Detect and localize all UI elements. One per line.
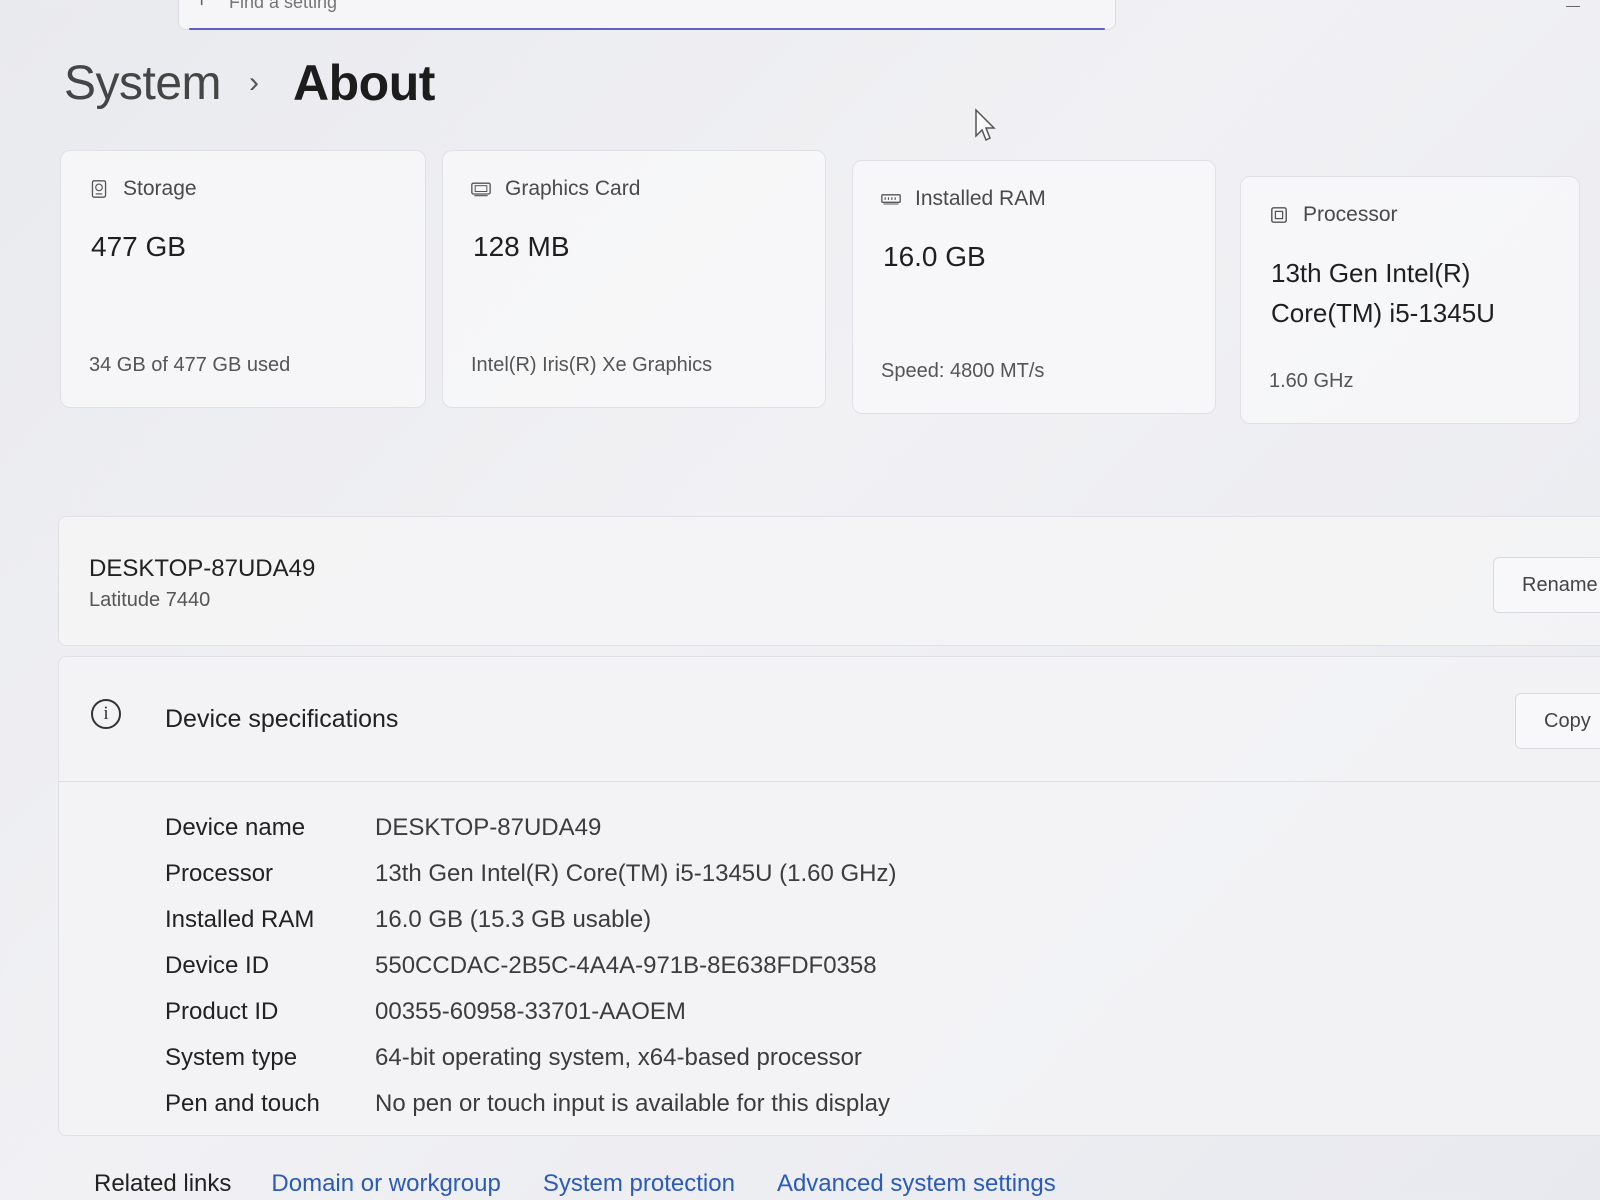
mouse-cursor-icon <box>975 108 996 142</box>
spec-value: DESKTOP-87UDA49 <box>375 814 602 841</box>
link-system-protection[interactable]: System protection <box>543 1170 735 1198</box>
installed-ram-title: Installed RAM <box>881 187 1046 211</box>
link-domain-or-workgroup[interactable]: Domain or workgroup <box>271 1170 500 1198</box>
search-icon: ⚲ <box>195 0 208 8</box>
breadcrumb-system[interactable]: System <box>64 56 222 111</box>
spec-value: 16.0 GB (15.3 GB usable) <box>375 906 652 933</box>
search-input[interactable] <box>227 0 931 14</box>
spec-label: Device ID <box>165 952 270 979</box>
installed-ram-card[interactable]: Installed RAM 16.0 GB Speed: 4800 MT/s <box>852 160 1216 414</box>
device-model: Latitude 7440 <box>89 589 211 611</box>
graphics-card-card[interactable]: Graphics Card 128 MB Intel(R) Iris(R) Xe… <box>442 150 826 408</box>
device-specifications-section: i Device specifications Copy Device name… <box>58 656 1600 1136</box>
storage-label: Storage <box>123 177 197 200</box>
spec-label: Processor <box>165 860 274 887</box>
ram-icon <box>881 194 901 205</box>
device-specifications-header[interactable]: i Device specifications Copy <box>59 657 1600 782</box>
spec-value: 550CCDAC-2B5C-4A4A-971B-8E638FDF0358 <box>375 952 877 979</box>
spec-label: Pen and touch <box>165 1090 320 1117</box>
spec-value: 64-bit operating system, x64-based proce… <box>375 1044 862 1071</box>
spec-row-installed-ram: Installed RAM 16.0 GB (15.3 GB usable) <box>165 897 897 943</box>
device-name: DESKTOP-87UDA49 <box>89 555 316 582</box>
processor-card[interactable]: Processor 13th Gen Intel(R) Core(TM) i5-… <box>1240 176 1580 424</box>
page-title: About <box>293 55 435 111</box>
spec-row-device-id: Device ID 550CCDAC-2B5C-4A4A-971B-8E638F… <box>165 943 897 989</box>
installed-ram-value: 16.0 GB <box>883 241 986 272</box>
processor-value: 13th Gen Intel(R) Core(TM) i5-1345U <box>1271 258 1495 328</box>
chevron-right-icon: › <box>249 66 260 99</box>
spec-label: Device name <box>165 814 306 841</box>
graphics-card-value: 128 MB <box>473 231 570 262</box>
spec-row-product-id: Product ID 00355-60958-33701-AAOEM <box>165 989 897 1035</box>
spec-label: Installed RAM <box>165 906 315 933</box>
spec-row-device-name: Device name DESKTOP-87UDA49 <box>165 805 897 851</box>
processor-speed: 1.60 GHz <box>1269 370 1354 392</box>
related-links-label: Related links <box>94 1170 232 1197</box>
processor-label: Processor <box>1303 203 1398 226</box>
installed-ram-label: Installed RAM <box>915 187 1046 210</box>
storage-icon <box>91 180 107 198</box>
device-specifications-title: Device specifications <box>165 705 399 733</box>
spec-row-pen-and-touch: Pen and touch No pen or touch input is a… <box>165 1081 897 1127</box>
storage-value: 477 GB <box>91 231 186 262</box>
processor-title: Processor <box>1269 203 1398 227</box>
minimize-icon[interactable] <box>1566 6 1580 7</box>
graphics-card-icon <box>471 182 491 197</box>
graphics-card-title: Graphics Card <box>471 177 640 201</box>
spec-value: No pen or touch input is available for t… <box>375 1090 890 1117</box>
search-box[interactable]: ⚲ <box>178 0 1116 30</box>
storage-card[interactable]: Storage 477 GB 34 GB of 477 GB used <box>60 150 426 408</box>
spec-value: 00355-60958-33701-AAOEM <box>375 998 686 1025</box>
info-icon: i <box>91 699 121 729</box>
ram-speed: Speed: 4800 MT/s <box>881 360 1045 382</box>
spec-row-processor: Processor 13th Gen Intel(R) Core(TM) i5-… <box>165 851 897 897</box>
processor-icon <box>1271 207 1287 223</box>
copy-button[interactable]: Copy <box>1515 693 1600 749</box>
spec-label: System type <box>165 1044 298 1071</box>
search-focus-underline <box>189 28 1105 30</box>
spec-value: 13th Gen Intel(R) Core(TM) i5-1345U (1.6… <box>375 860 897 887</box>
device-name-card: DESKTOP-87UDA49 Latitude 7440 Rename <box>58 516 1600 646</box>
graphics-card-model: Intel(R) Iris(R) Xe Graphics <box>471 354 713 376</box>
spec-label: Product ID <box>165 998 279 1025</box>
storage-card-title: Storage <box>89 177 197 201</box>
link-advanced-system-settings[interactable]: Advanced system settings <box>777 1170 1056 1198</box>
graphics-card-label: Graphics Card <box>505 177 641 200</box>
storage-usage: 34 GB of 477 GB used <box>89 354 291 376</box>
rename-button[interactable]: Rename <box>1493 557 1600 613</box>
related-links: Related links Domain or workgroup System… <box>94 1170 1098 1198</box>
breadcrumb: System › About <box>64 54 435 112</box>
spec-rows: Device name DESKTOP-87UDA49 Processor 13… <box>165 805 897 1127</box>
spec-row-system-type: System type 64-bit operating system, x64… <box>165 1035 897 1081</box>
